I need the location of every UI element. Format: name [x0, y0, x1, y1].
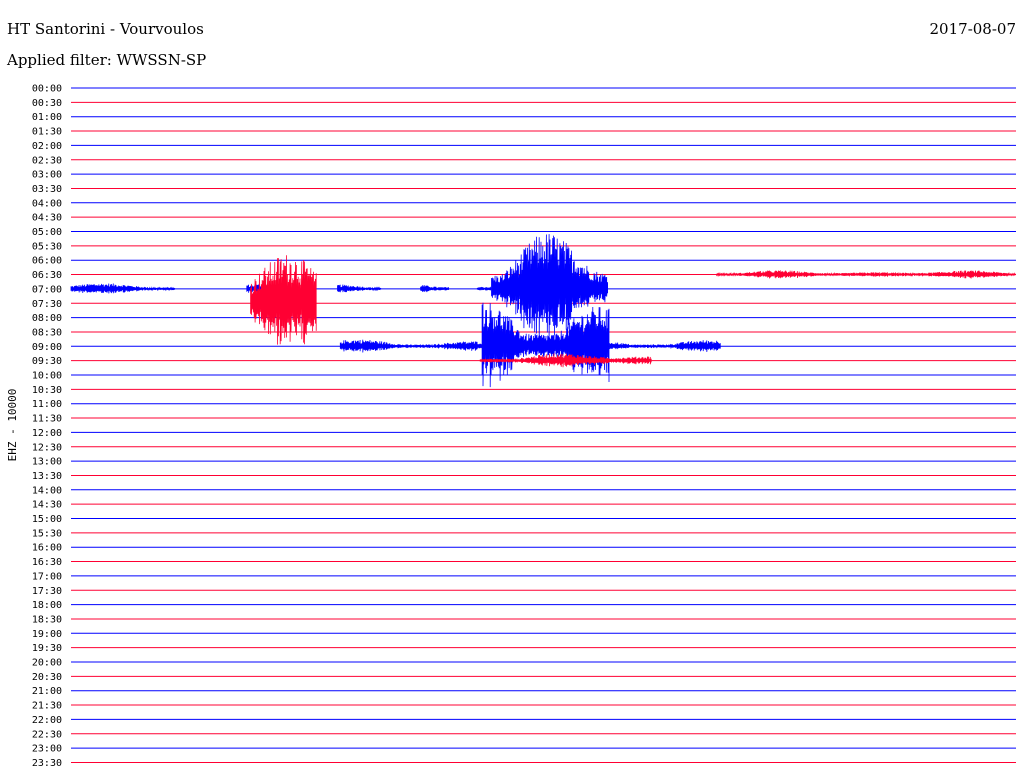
row-tick-label: 04:30 [32, 213, 62, 224]
row-tick-label: 06:30 [32, 270, 62, 281]
trace-segment-11 [716, 270, 1016, 279]
trace-segment-3 [420, 285, 449, 293]
row-tick-label: 04:00 [32, 198, 62, 209]
row-tick-label: 18:30 [32, 614, 62, 625]
row-tick-label: 08:00 [32, 313, 62, 324]
row-tick-label: 09:30 [32, 356, 62, 367]
row-tick-label: 20:30 [32, 672, 62, 683]
trace-segment-7 [339, 339, 482, 353]
row-tick-label: 10:30 [32, 385, 62, 396]
row-tick-label: 02:30 [32, 155, 62, 166]
y-axis-label: EHZ - 10000 [6, 389, 19, 462]
row-tick-label: 19:30 [32, 643, 62, 654]
row-tick-label: 22:30 [32, 729, 62, 740]
row-tick-label: 14:30 [32, 500, 62, 511]
row-tick-label: 15:00 [32, 514, 62, 525]
row-tick-label: 10:00 [32, 371, 62, 382]
row-tick-label: 22:00 [32, 715, 62, 726]
row-tick-label: 17:00 [32, 571, 62, 582]
row-tick-label: 11:30 [32, 414, 62, 425]
row-tick-label: 01:00 [32, 112, 62, 123]
trace-segment-8 [481, 302, 610, 388]
row-tick-label: 19:00 [32, 629, 62, 640]
trace-segment-0 [70, 283, 175, 294]
row-tick-label: 18:00 [32, 600, 62, 611]
row-tick-label: 23:30 [32, 758, 62, 769]
row-tick-label: 11:00 [32, 399, 62, 410]
row-tick-label: 16:30 [32, 557, 62, 568]
row-tick-label: 13:00 [32, 457, 62, 468]
row-tick-label: 12:30 [32, 442, 62, 453]
row-tick-label: 07:30 [32, 299, 62, 310]
row-tick-label: 07:00 [32, 284, 62, 295]
row-tick-label: 05:30 [32, 241, 62, 252]
row-tick-label: 09:00 [32, 342, 62, 353]
row-tick-label: 00:00 [32, 84, 62, 95]
row-tick-label: 15:30 [32, 528, 62, 539]
row-lines [71, 87, 1016, 763]
trace-segment-2 [337, 284, 382, 293]
row-tick-label: 03:30 [32, 184, 62, 195]
row-tick-label: 21:30 [32, 701, 62, 712]
row-tick-label: 03:00 [32, 170, 62, 181]
row-tick-label: 14:00 [32, 485, 62, 496]
row-tick-label: 01:30 [32, 127, 62, 138]
row-tick-label: 21:00 [32, 686, 62, 697]
row-tick-label: 16:00 [32, 543, 62, 554]
row-tick-labels: 00:00 00:30 01:00 01:30 02:00 02:30 03:00 03:30… [32, 84, 62, 769]
row-tick-label: 05:00 [32, 227, 62, 238]
row-tick-label: 17:30 [32, 586, 62, 597]
row-tick-label: 06:00 [32, 256, 62, 267]
row-tick-label: 20:00 [32, 658, 62, 669]
trace-segment-6 [250, 255, 317, 345]
row-tick-label: 13:30 [32, 471, 62, 482]
row-tick-label: 00:30 [32, 98, 62, 109]
row-tick-label: 08:30 [32, 327, 62, 338]
row-tick-label: 02:00 [32, 141, 62, 152]
row-tick-label: 12:00 [32, 428, 62, 439]
trace-segment-4 [476, 286, 492, 291]
trace-segment-9 [609, 340, 721, 352]
helicorder-plot: 00:00 00:30 01:00 01:30 02:00 02:30 03:00 03:30… [6, 84, 1016, 769]
row-tick-label: 23:00 [32, 744, 62, 755]
seismic-traces [70, 234, 1016, 388]
